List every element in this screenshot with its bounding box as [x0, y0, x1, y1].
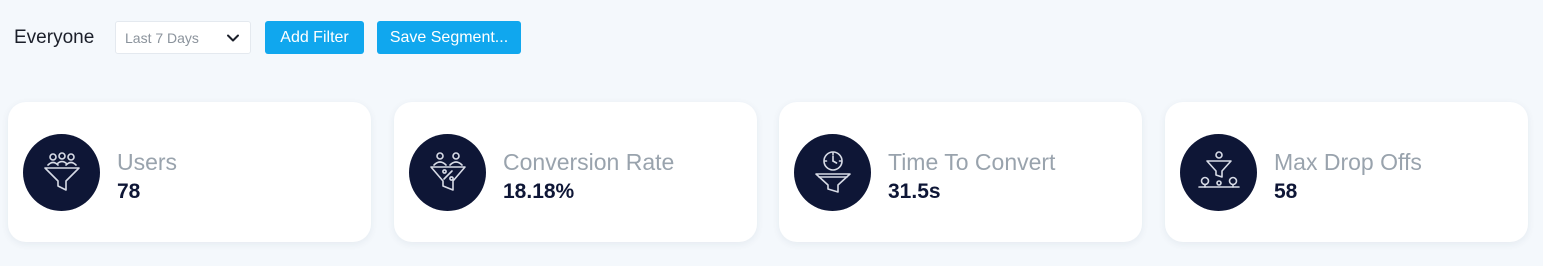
metric-label: Users	[117, 149, 178, 175]
users-funnel-icon	[44, 152, 80, 191]
conversion-funnel-icon	[430, 152, 466, 191]
metric-value: 31.5s	[888, 180, 941, 203]
date-range-value: Last 7 Days	[125, 30, 199, 46]
drop-off-funnel-icon	[1198, 151, 1240, 188]
metric-label: Time To Convert	[888, 149, 1056, 175]
date-range-select[interactable]: Last 7 Days	[115, 21, 251, 54]
metric-card-time-to-convert: Time To Convert 31.5s	[779, 102, 1142, 242]
clock-funnel-icon	[815, 151, 851, 193]
metric-value: 18.18%	[503, 180, 575, 203]
icon-badge	[409, 134, 486, 211]
add-filter-button[interactable]: Add Filter	[265, 21, 364, 54]
icon-badge	[794, 134, 871, 211]
metric-card-conversion-rate: Conversion Rate 18.18%	[394, 102, 757, 242]
metric-label: Max Drop Offs	[1274, 149, 1422, 175]
metric-label: Conversion Rate	[503, 149, 675, 175]
metric-card-max-drop-offs: Max Drop Offs 58	[1165, 102, 1528, 242]
toolbar: Everyone Last 7 Days Add Filter Save Seg…	[0, 0, 1543, 76]
chevron-down-icon	[227, 34, 239, 42]
segment-label[interactable]: Everyone	[14, 27, 94, 49]
save-segment-button[interactable]: Save Segment...	[377, 21, 521, 54]
metric-card-users: Users 78	[8, 102, 371, 242]
icon-badge	[1180, 134, 1257, 211]
metric-value: 58	[1274, 180, 1298, 203]
icon-badge	[23, 134, 100, 211]
metric-value: 78	[117, 180, 141, 203]
